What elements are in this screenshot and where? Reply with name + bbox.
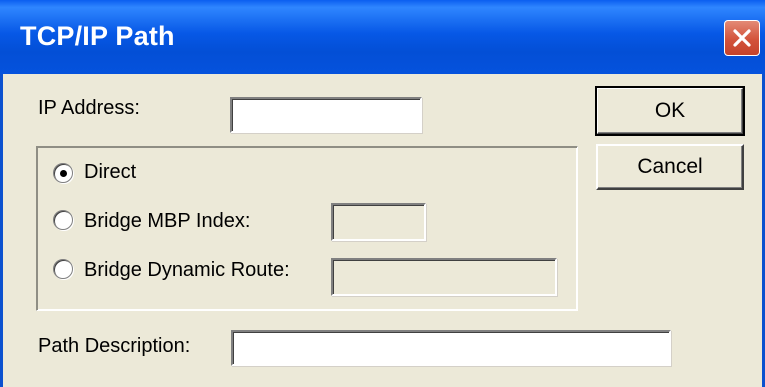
direct-radio[interactable] [53,163,73,183]
bridge-dynamic-route-label[interactable]: Bridge Dynamic Route: [84,259,290,282]
close-icon [733,29,751,47]
bridge-dynamic-route-input[interactable] [331,258,557,296]
direct-label[interactable]: Direct [84,161,136,184]
radio-selected-dot [60,170,67,177]
bridge-dynamic-route-radio[interactable] [53,259,73,279]
dialog-title: TCP/IP Path [20,21,175,51]
bridge-mbp-index-label[interactable]: Bridge MBP Index: [84,210,250,233]
ok-button[interactable]: OK [595,86,745,136]
bridge-mbp-index-input[interactable] [331,203,426,241]
ip-address-label: IP Address: [38,97,140,119]
tcpip-path-dialog: TCP/IP Path IP Address: Direct Bridge MB… [0,0,765,387]
bridge-mbp-index-radio[interactable] [53,210,73,230]
ip-address-input[interactable] [230,97,422,133]
window-frame-left [0,74,3,387]
title-bar[interactable]: TCP/IP Path [0,0,765,74]
path-description-label: Path Description: [38,335,191,357]
close-button[interactable] [724,20,760,56]
path-description-input[interactable] [231,330,671,366]
cancel-button[interactable]: Cancel [596,144,744,190]
